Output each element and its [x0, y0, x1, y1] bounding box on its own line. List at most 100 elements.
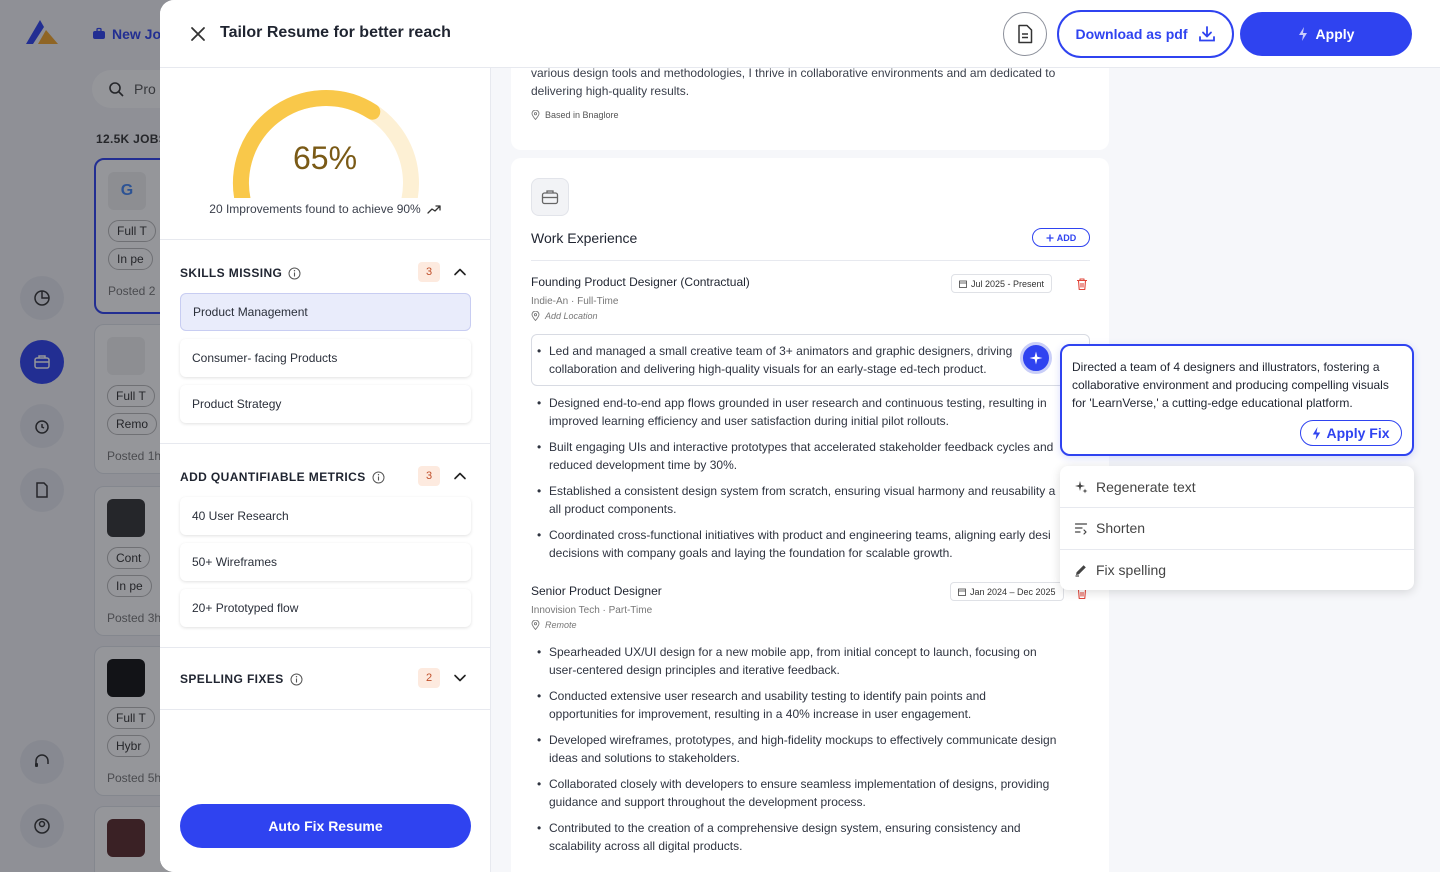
bullet-item[interactable]: Coordinated cross-functional initiatives…	[537, 526, 1057, 562]
menu-item-shorten[interactable]: Shorten	[1060, 507, 1414, 548]
score-caption-text: 20 Improvements found to achieve 90%	[209, 202, 421, 216]
sparkle-icon	[1075, 480, 1088, 493]
plus-icon	[1046, 234, 1054, 241]
section-title: ADD QUANTIFIABLE METRICS	[180, 470, 366, 484]
ai-rewrite-button[interactable]	[1020, 342, 1052, 374]
add-label: ADD	[1056, 232, 1077, 243]
menu-item-fix-spelling[interactable]: Fix spelling	[1060, 549, 1414, 590]
apply-fix-button[interactable]: Apply Fix	[1300, 420, 1402, 446]
job-date-text: Jan 2024 – Dec 2025	[970, 586, 1056, 597]
ai-suggestion-popover: Directed a team of 4 designers and illus…	[1060, 344, 1414, 456]
job-meta: Innovision Tech · Part-Time	[531, 605, 653, 616]
info-icon[interactable]	[290, 673, 303, 686]
count-badge: 2	[418, 668, 440, 688]
bullet-item[interactable]: Spearheaded UX/UI design for a new mobil…	[537, 643, 1057, 679]
tailor-resume-modal: Tailor Resume for better reach Download …	[160, 0, 1440, 872]
section-title: SPELLING FIXES	[180, 672, 284, 686]
auto-fix-resume-button[interactable]: Auto Fix Resume	[180, 804, 471, 848]
chevron-down-icon[interactable]	[452, 670, 468, 686]
resume-preview: various design tools and methodologies, …	[491, 68, 1110, 872]
job-location-text: Remote	[545, 620, 577, 630]
info-icon[interactable]	[372, 471, 385, 484]
metric-item[interactable]: 40 User Research	[180, 497, 471, 535]
modal-title: Tailor Resume for better reach	[220, 24, 451, 41]
apply-button[interactable]: Apply	[1240, 12, 1412, 56]
summary-card: various design tools and methodologies, …	[511, 68, 1109, 150]
section-icon	[531, 178, 569, 216]
bullet-item[interactable]: Contributed to the creation of a compreh…	[537, 819, 1057, 855]
job-title[interactable]: Senior Product Designer	[531, 584, 662, 598]
apply-fix-label: Apply Fix	[1326, 425, 1390, 441]
job-location-text: Add Location	[545, 311, 598, 321]
score-value: 65%	[292, 140, 358, 176]
chevron-up-icon[interactable]	[452, 468, 468, 484]
menu-item-label: Shorten	[1096, 520, 1146, 536]
add-experience-button[interactable]: ADD	[1032, 228, 1090, 247]
preview-document-button[interactable]	[1003, 12, 1047, 56]
bullet-item[interactable]: Established a consistent design system f…	[537, 482, 1057, 518]
metrics-header[interactable]: ADD QUANTIFIABLE METRICS 3	[180, 466, 470, 488]
menu-item-label: Fix spelling	[1096, 562, 1167, 578]
apply-label: Apply	[1315, 26, 1355, 42]
document-icon	[1018, 24, 1033, 44]
spelling-fixes-section: SPELLING FIXES 2	[160, 648, 490, 710]
job-date-text: Jul 2025 - Present	[971, 278, 1045, 289]
trending-up-icon	[427, 205, 441, 214]
skill-item[interactable]: Product Management	[180, 293, 471, 331]
lightning-icon	[1313, 426, 1321, 440]
download-icon	[1198, 26, 1215, 42]
metric-item[interactable]: 20+ Prototyped flow	[180, 589, 471, 627]
close-icon	[191, 27, 205, 41]
job-date-range[interactable]: Jan 2024 – Dec 2025	[950, 582, 1064, 601]
section-title: SKILLS MISSING	[180, 266, 283, 280]
download-pdf-label: Download as pdf	[1075, 26, 1188, 42]
trash-icon[interactable]	[1075, 277, 1089, 291]
skills-missing-section: SKILLS MISSING 3 Product Management Cons…	[160, 240, 490, 444]
work-experience-title: Work Experience	[531, 230, 638, 246]
count-badge: 3	[418, 466, 440, 486]
info-icon[interactable]	[288, 267, 301, 280]
location-pin-icon	[531, 110, 540, 120]
suggestion-text: Directed a team of 4 designers and illus…	[1072, 360, 1389, 410]
calendar-icon	[958, 588, 966, 596]
job-location[interactable]: Remote	[531, 620, 577, 630]
based-in-text: Based in Bnaglore	[545, 110, 619, 120]
skills-missing-header[interactable]: SKILLS MISSING 3	[180, 262, 470, 284]
lightning-icon	[1298, 27, 1307, 41]
shorten-icon	[1074, 523, 1088, 535]
download-pdf-button[interactable]: Download as pdf	[1057, 10, 1234, 58]
skill-item[interactable]: Consumer- facing Products	[180, 339, 471, 377]
improvements-panel: 65% 20 Improvements found to achieve 90%…	[160, 68, 491, 872]
count-badge: 3	[418, 262, 440, 282]
skill-item[interactable]: Product Strategy	[180, 385, 471, 423]
score-caption: 20 Improvements found to achieve 90%	[160, 202, 490, 216]
briefcase-icon	[541, 190, 559, 205]
calendar-icon	[959, 280, 967, 288]
auto-fix-footer: Auto Fix Resume	[160, 788, 490, 872]
spelling-header[interactable]: SPELLING FIXES 2	[180, 668, 470, 690]
location-pin-icon	[531, 311, 540, 321]
close-button[interactable]	[186, 22, 210, 46]
work-experience-card: Work Experience ADD Founding Product Des…	[511, 158, 1109, 872]
metric-item[interactable]: 50+ Wireframes	[180, 543, 471, 581]
location-pin-icon	[531, 620, 540, 630]
chevron-up-icon[interactable]	[452, 264, 468, 280]
summary-text[interactable]: various design tools and methodologies, …	[531, 68, 1071, 100]
bullet-item[interactable]: Designed end-to-end app flows grounded i…	[537, 394, 1057, 430]
job-meta: Indie-An · Full-Time	[531, 296, 619, 307]
menu-item-regenerate[interactable]: Regenerate text	[1060, 466, 1414, 507]
pencil-icon	[1075, 565, 1086, 577]
score-gauge: 65% 20 Improvements found to achieve 90%	[160, 68, 490, 240]
divider	[531, 260, 1090, 261]
bullet-item[interactable]: Conducted extensive user research and us…	[537, 687, 1057, 723]
sparkle-icon	[1029, 351, 1043, 365]
modal-header: Tailor Resume for better reach Download …	[160, 0, 1440, 68]
bullet-item[interactable]: Built engaging UIs and interactive proto…	[537, 438, 1057, 474]
job-location[interactable]: Add Location	[531, 311, 598, 321]
bullet-item[interactable]: Led and managed a small creative team of…	[537, 342, 1057, 378]
job-title[interactable]: Founding Product Designer (Contractual)	[531, 275, 750, 289]
quantifiable-metrics-section: ADD QUANTIFIABLE METRICS 3 40 User Resea…	[160, 444, 490, 648]
bullet-item[interactable]: Developed wireframes, prototypes, and hi…	[537, 731, 1057, 767]
bullet-item[interactable]: Collaborated closely with developers to …	[537, 775, 1057, 811]
job-date-range[interactable]: Jul 2025 - Present	[951, 274, 1053, 293]
